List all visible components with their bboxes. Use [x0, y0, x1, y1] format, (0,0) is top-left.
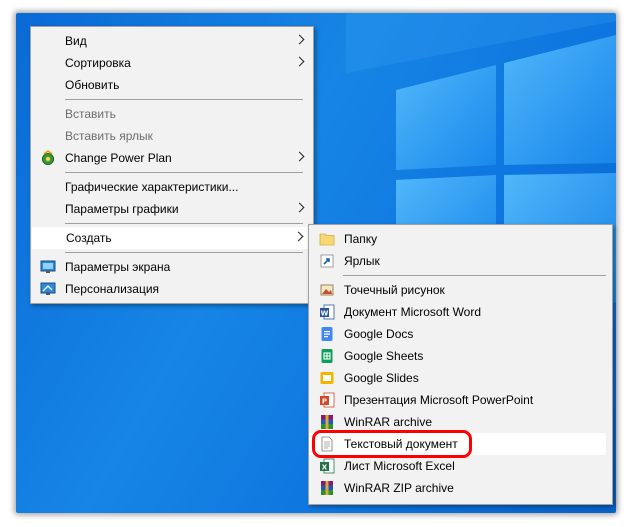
- excel-icon: X: [320, 458, 335, 474]
- submenu-item-shortcut-label: Ярлык: [344, 254, 380, 268]
- submenu-item-excel[interactable]: X Лист Microsoft Excel: [309, 455, 612, 477]
- menu-item-sort[interactable]: Сортировка: [31, 52, 313, 74]
- submenu-item-powerpoint[interactable]: P Презентация Microsoft PowerPoint: [309, 389, 612, 411]
- submenu-item-folder[interactable]: Папку: [309, 228, 612, 250]
- menu-item-paste-label: Вставить: [65, 107, 116, 121]
- submenu-item-text-document[interactable]: Текстовый документ: [309, 433, 606, 455]
- menu-item-view-label: Вид: [65, 34, 87, 48]
- submenu-item-bitmap-label: Точечный рисунок: [344, 283, 445, 297]
- menu-item-display-settings[interactable]: Параметры экрана: [31, 256, 313, 278]
- submenu-item-bitmap[interactable]: Точечный рисунок: [309, 279, 612, 301]
- winrar-icon: [321, 415, 333, 429]
- chevron-right-icon: [294, 56, 305, 67]
- google-slides-icon: [320, 372, 334, 384]
- menu-separator: [65, 172, 303, 173]
- display-settings-icon: [40, 260, 56, 273]
- bitmap-icon: [320, 284, 334, 296]
- powerpoint-icon: P: [320, 392, 335, 408]
- menu-item-personalization-label: Персонализация: [65, 282, 160, 296]
- submenu-item-google-slides[interactable]: Google Slides: [309, 367, 612, 389]
- folder-icon: [319, 233, 335, 246]
- submenu-item-winrar-zip-label: WinRAR ZIP archive: [344, 481, 454, 495]
- menu-item-paste: Вставить: [31, 103, 313, 125]
- submenu-item-word-label: Документ Microsoft Word: [344, 305, 482, 319]
- submenu-item-shortcut[interactable]: Ярлык: [309, 250, 612, 272]
- menu-item-paste-shortcut-label: Вставить ярлык: [65, 129, 153, 143]
- submenu-item-winrar-zip[interactable]: WinRAR ZIP archive: [309, 477, 612, 499]
- menu-item-refresh-label: Обновить: [65, 78, 120, 92]
- shortcut-icon: [320, 254, 334, 268]
- submenu-item-folder-label: Папку: [344, 232, 378, 246]
- menu-item-new[interactable]: Создать: [32, 227, 312, 249]
- submenu-item-text-document-label: Текстовый документ: [344, 437, 458, 451]
- menu-item-change-power-plan-label: Change Power Plan: [65, 151, 172, 165]
- menu-item-graphics-properties-label: Графические характеристики...: [65, 180, 239, 194]
- menu-item-sort-label: Сортировка: [65, 56, 131, 70]
- submenu-item-google-docs-label: Google Docs: [344, 327, 414, 341]
- submenu-item-google-docs[interactable]: Google Docs: [309, 323, 612, 345]
- new-submenu: Папку Ярлык Точечный рисунок W Документ …: [308, 224, 613, 505]
- text-document-icon: [321, 436, 333, 452]
- google-docs-icon: [321, 327, 333, 341]
- submenu-item-powerpoint-label: Презентация Microsoft PowerPoint: [344, 393, 534, 407]
- svg-text:P: P: [322, 398, 327, 406]
- submenu-item-winrar-label: WinRAR archive: [344, 415, 433, 429]
- menu-item-personalization[interactable]: Персонализация: [31, 278, 313, 300]
- word-icon: W: [320, 304, 335, 320]
- menu-item-new-label: Создать: [66, 231, 112, 245]
- svg-text:W: W: [321, 310, 329, 318]
- submenu-item-winrar[interactable]: WinRAR archive: [309, 411, 612, 433]
- menu-item-change-power-plan[interactable]: Change Power Plan: [31, 147, 313, 169]
- submenu-item-word[interactable]: W Документ Microsoft Word: [309, 301, 612, 323]
- google-sheets-icon: [321, 349, 333, 363]
- menu-separator: [65, 99, 303, 100]
- personalization-icon: [40, 282, 56, 295]
- menu-item-view[interactable]: Вид: [31, 30, 313, 52]
- menu-separator: [65, 252, 303, 253]
- power-plan-icon: [42, 150, 54, 165]
- menu-separator: [343, 275, 606, 276]
- chevron-right-icon: [294, 34, 305, 45]
- submenu-item-google-sheets[interactable]: Google Sheets: [309, 345, 612, 367]
- menu-item-display-settings-label: Параметры экрана: [65, 260, 171, 274]
- submenu-item-google-sheets-label: Google Sheets: [344, 349, 424, 363]
- winrar-zip-icon: [321, 481, 333, 495]
- submenu-item-google-slides-label: Google Slides: [344, 371, 419, 385]
- menu-separator: [65, 223, 303, 224]
- submenu-item-excel-label: Лист Microsoft Excel: [344, 459, 455, 473]
- menu-item-graphics-properties[interactable]: Графические характеристики...: [31, 176, 313, 198]
- desktop-context-menu: Вид Сортировка Обновить Вставить Вставит…: [30, 26, 314, 304]
- menu-item-graphics-options-label: Параметры графики: [65, 202, 179, 216]
- menu-item-graphics-options[interactable]: Параметры графики: [31, 198, 313, 220]
- chevron-right-icon: [294, 151, 305, 162]
- menu-item-refresh[interactable]: Обновить: [31, 74, 313, 96]
- menu-item-paste-shortcut: Вставить ярлык: [31, 125, 313, 147]
- chevron-right-icon: [294, 202, 305, 213]
- chevron-right-icon: [293, 231, 304, 242]
- svg-text:X: X: [322, 464, 328, 472]
